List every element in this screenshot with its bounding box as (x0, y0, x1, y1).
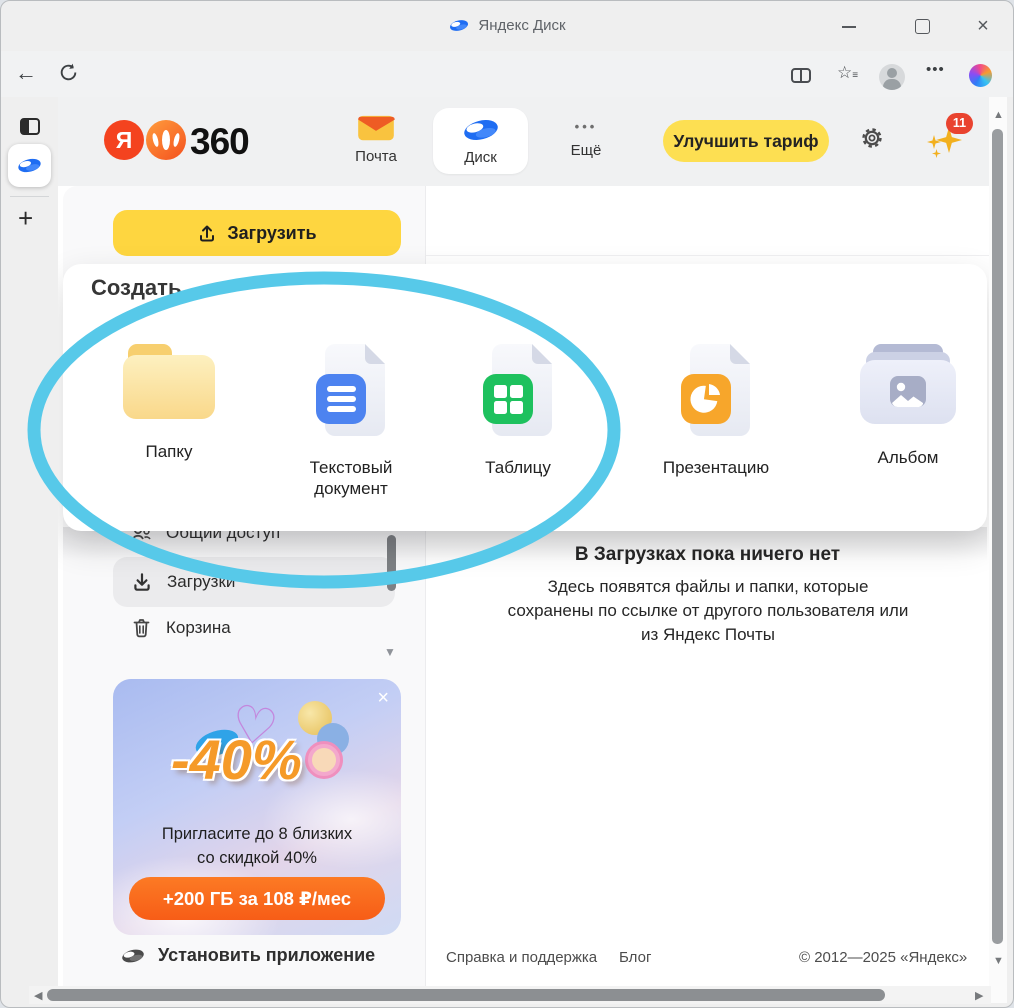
yandex-disk-page: Я 360 Почта Диск ••• Ещё Улуч (58, 97, 989, 1003)
yandex-logo[interactable]: Я (104, 120, 144, 160)
disk-icon (460, 116, 502, 144)
settings-gear-icon[interactable] (858, 124, 886, 157)
active-browser-tab[interactable] (8, 144, 51, 187)
horizontal-scrollbar[interactable]: ◀ ▶ (29, 986, 991, 1004)
sidebar-collapse-caret[interactable]: ▼ (384, 645, 396, 659)
promo-close-icon[interactable]: × (377, 687, 389, 710)
sidebar-item-trash[interactable]: Корзина (131, 617, 231, 639)
vertical-scrollbar-thumb[interactable] (992, 129, 1003, 944)
browser-toolbar: ← https://disk.yandex.ru/client/disk/Заг… (1, 51, 1013, 97)
logo-360-text: 360 (190, 121, 249, 163)
browser-titlebar: Яндекс Диск × (1, 1, 1013, 51)
scroll-up-arrow[interactable]: ▲ (993, 109, 1004, 121)
vertical-scrollbar[interactable]: ▲ ▼ (989, 97, 1007, 1003)
back-button[interactable]: ← (15, 60, 37, 86)
create-presentation-item[interactable]: Презентацию (641, 342, 791, 478)
reload-button[interactable] (58, 62, 79, 88)
scroll-left-arrow[interactable]: ◀ (34, 989, 42, 1002)
window-title: Яндекс Диск (1, 17, 1013, 37)
create-popup: Создать Папку (63, 264, 987, 531)
promo-line2: со скидкой 40% (113, 849, 401, 868)
window-maximize-button[interactable] (912, 16, 932, 36)
browser-more-icon[interactable]: ••• (926, 61, 945, 78)
yandex-disk-icon (16, 156, 43, 175)
window-minimize-button[interactable] (839, 16, 859, 36)
divider (426, 255, 989, 256)
popup-shadow (63, 527, 987, 561)
window-close-button[interactable]: × (973, 16, 993, 36)
downloads-icon (131, 571, 153, 593)
upgrade-tariff-button[interactable]: Улучшить тариф (663, 120, 829, 162)
tab-mail[interactable]: Почта (338, 113, 414, 165)
create-folder-item[interactable]: Папку (94, 342, 244, 462)
upload-button[interactable]: Загрузить (113, 210, 401, 256)
create-spreadsheet-item[interactable]: Таблицу (443, 342, 593, 478)
trash-icon (131, 617, 152, 639)
more-icon: ••• (558, 119, 614, 134)
browser-window: Яндекс Диск × ← https://disk.yandex.ru/c… (0, 0, 1014, 1008)
folder-icon (120, 342, 218, 422)
album-icon (857, 342, 959, 428)
empty-state-description: Здесь появятся файлы и папки, которые со… (506, 575, 910, 647)
scroll-right-arrow[interactable]: ▶ (975, 989, 983, 1002)
document-icon (302, 342, 400, 438)
presentation-icon (667, 342, 765, 438)
horizontal-scrollbar-thumb[interactable] (47, 989, 885, 1001)
divider (10, 196, 49, 197)
window-title-text: Яндекс Диск (478, 17, 565, 34)
copilot-icon[interactable] (969, 64, 992, 87)
footer-link-blog[interactable]: Блог (619, 949, 651, 966)
notification-badge: 11 (946, 113, 973, 134)
create-document-item[interactable]: Текстовый документ (276, 342, 426, 499)
profile-avatar[interactable] (879, 64, 905, 90)
favorites-icon[interactable]: ☆≡ (837, 63, 857, 83)
footer-copyright: © 2012—2025 «Яндекс» (799, 949, 967, 966)
promo-cta-button[interactable]: +200 ГБ за 108 ₽/мес (129, 877, 385, 920)
split-screen-icon[interactable] (791, 68, 811, 83)
discount-text: -40% (171, 727, 302, 792)
install-app-button[interactable]: Установить приложение (120, 945, 375, 966)
yandex360-logo-icon[interactable] (146, 120, 186, 160)
upload-icon (197, 223, 217, 243)
tab-panel-icon[interactable] (20, 118, 40, 135)
yandex-disk-icon (448, 18, 470, 37)
disk-app-icon (120, 947, 146, 965)
promo-banner: × ♡ -40% Пригласите до 8 близких со скид… (113, 679, 401, 935)
spreadsheet-icon (469, 342, 567, 438)
tab-more[interactable]: ••• Ещё (558, 119, 614, 159)
create-album-item[interactable]: Альбом (833, 342, 983, 468)
tab-disk[interactable]: Диск (433, 108, 528, 174)
new-tab-button[interactable]: + (18, 203, 33, 234)
yandex360-header: Я 360 Почта Диск ••• Ещё Улуч (58, 97, 989, 186)
scroll-down-arrow[interactable]: ▼ (993, 955, 1004, 967)
mail-icon (357, 113, 395, 143)
create-popup-title: Создать (91, 275, 181, 301)
promo-line1: Пригласите до 8 близких (113, 825, 401, 844)
sidebar-item-downloads[interactable]: Загрузки (113, 557, 395, 607)
footer-link-support[interactable]: Справка и поддержка (446, 949, 597, 966)
browser-vertical-tabs: + (1, 97, 58, 1008)
